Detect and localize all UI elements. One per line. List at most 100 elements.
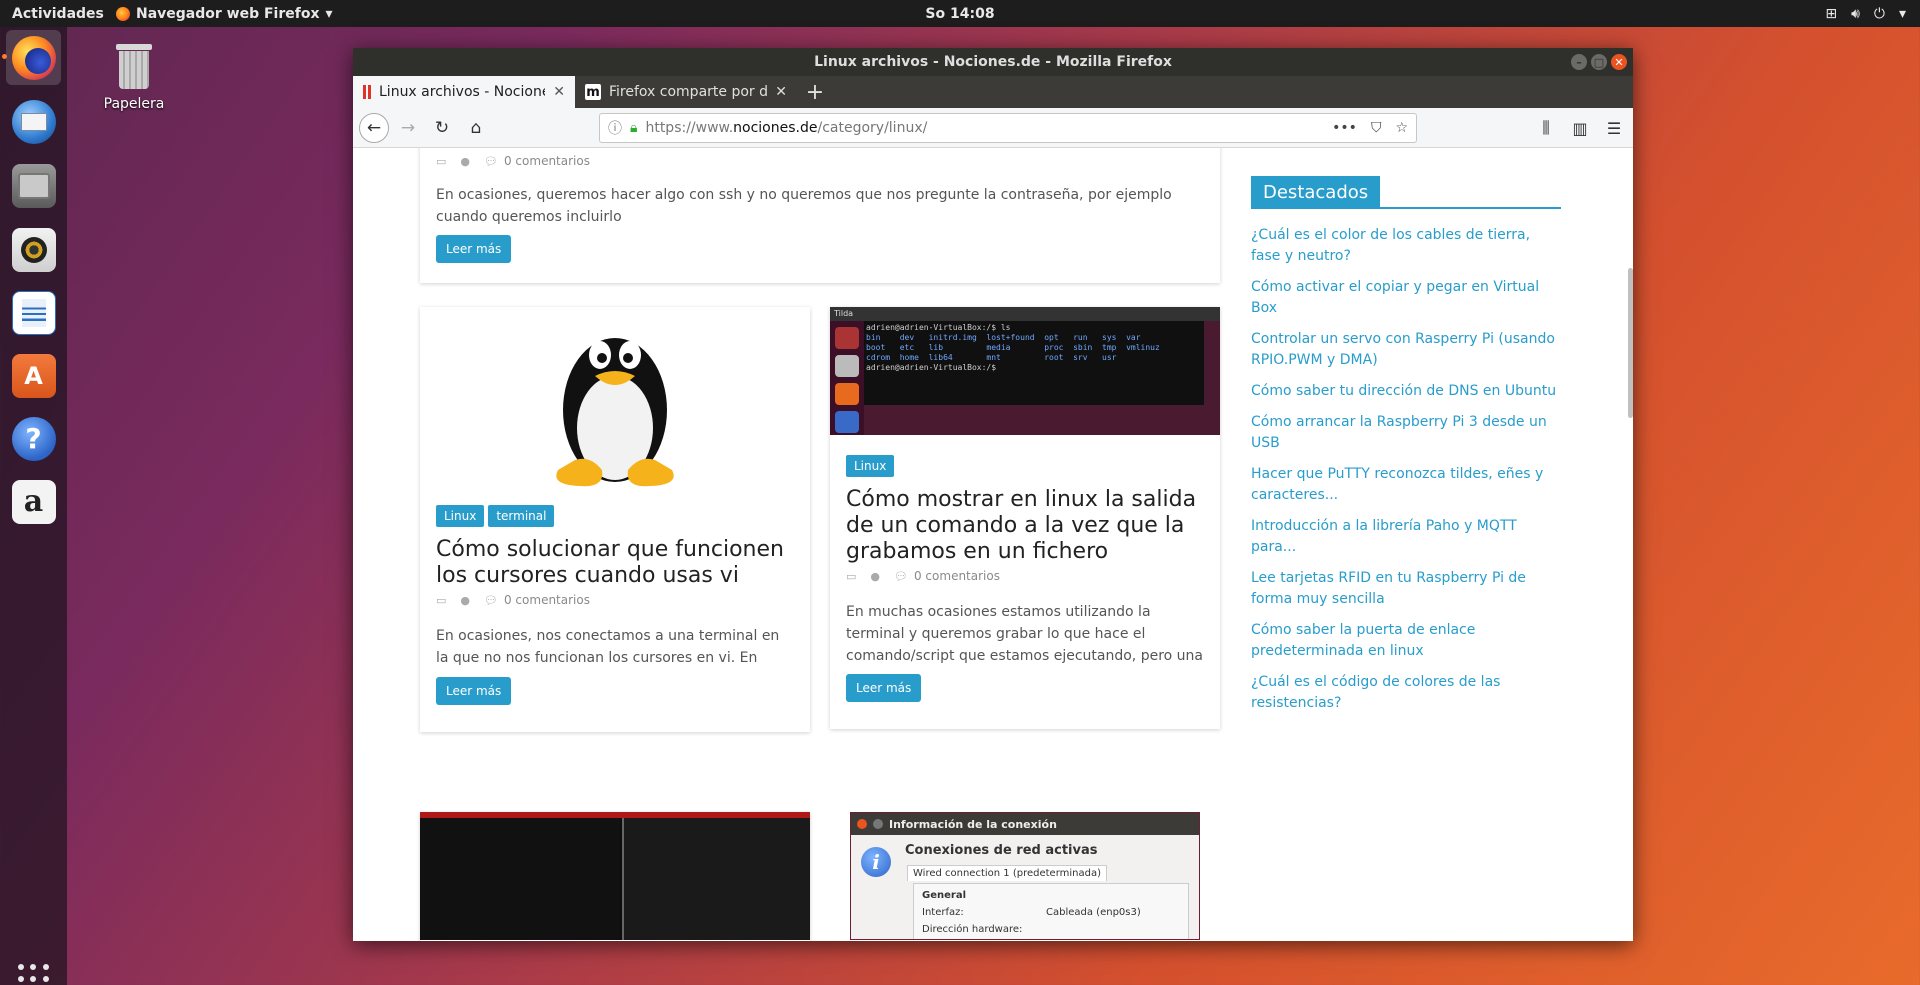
firefox-icon — [11, 35, 56, 80]
forward-button[interactable]: → — [393, 113, 423, 143]
trash-desktop-icon[interactable]: Papelera — [98, 44, 170, 112]
post-excerpt: En muchas ocasiones estamos utilizando l… — [846, 604, 1203, 664]
dock-files[interactable] — [6, 158, 61, 213]
terminal-launcher — [830, 321, 864, 435]
activities-button[interactable]: Actividades — [0, 6, 112, 22]
dock-thunderbird[interactable] — [6, 94, 61, 149]
post-card-ssh: ▭ ● 💬︎ 0 comentarios En ocasiones, quere… — [420, 148, 1220, 283]
thunderbird-icon — [11, 99, 56, 144]
featured-list: ¿Cuál es el color de los cables de tierr… — [1251, 225, 1561, 714]
comments-link[interactable]: 0 comentarios — [504, 154, 590, 168]
rhythmbox-icon — [11, 227, 56, 272]
dock-amazon[interactable]: a — [6, 474, 61, 529]
tag-linux[interactable]: Linux — [436, 505, 485, 527]
power-icon[interactable]: ⏻ — [1874, 6, 1885, 22]
apps-grid-icon[interactable] — [18, 964, 50, 985]
featured-link[interactable]: ¿Cuál es el color de los cables de tierr… — [1251, 225, 1561, 267]
dock-firefox[interactable] — [2, 30, 61, 85]
dialog-tab: Wired connection 1 (predeterminada) — [907, 865, 1107, 881]
sidebar-icon[interactable]: ▥ — [1569, 113, 1591, 143]
post-excerpt: En ocasiones, nos conectamos a una termi… — [436, 628, 780, 666]
terminal-output: adrien@adrien-VirtualBox:/$ ls bin dev in… — [864, 321, 1204, 405]
tag-terminal[interactable]: terminal — [488, 505, 555, 527]
tab-close-icon[interactable]: ✕ — [775, 84, 787, 100]
widget-title: Destacados — [1251, 176, 1381, 209]
read-more-button[interactable]: Leer más — [436, 677, 512, 705]
nav-bar: ← → ↻ ⌂ ⓘ 🔒︎ https://www.nociones.de/cat… — [353, 108, 1633, 148]
connection-dialog-screenshot[interactable]: Información de la conexión i Conexiones … — [850, 812, 1200, 940]
minimize-button[interactable]: – — [1571, 54, 1587, 70]
post-card-grabar: Tilda adrien@adrien-VirtualBox:/$ ls bin … — [830, 307, 1220, 729]
menu-icon[interactable]: ☰ — [1603, 113, 1625, 143]
pocket-icon[interactable]: ⛉ — [1371, 120, 1382, 136]
dock: A ? a — [0, 27, 67, 985]
featured-link[interactable]: Lee tarjetas RFID en tu Raspberry Pi de … — [1251, 568, 1561, 610]
close-button[interactable]: ✕ — [1611, 54, 1627, 70]
dock-rhythmbox[interactable] — [6, 222, 61, 277]
tab-close-icon[interactable]: ✕ — [553, 84, 565, 100]
page-actions-icon[interactable]: ••• — [1332, 120, 1357, 136]
featured-link[interactable]: Cómo saber tu dirección de DNS en Ubuntu — [1251, 381, 1561, 402]
dock-help[interactable]: ? — [6, 411, 61, 466]
url-bar[interactable]: ⓘ 🔒︎ https://www.nociones.de/category/li… — [599, 113, 1417, 143]
dock-writer[interactable] — [6, 285, 61, 340]
comments-link[interactable]: 0 comentarios — [914, 569, 1000, 583]
comment-icon: 💬︎ — [484, 154, 498, 168]
reload-button[interactable]: ↻ — [427, 113, 457, 143]
split-terminal-screenshot[interactable] — [420, 812, 810, 940]
firefox-window: Linux archivos - Nociones.de - Mozilla F… — [353, 48, 1633, 941]
featured-link[interactable]: Controlar un servo con Rasperry Pi (usan… — [1251, 329, 1561, 371]
terminal-screenshot[interactable]: Tilda adrien@adrien-VirtualBox:/$ ls bin … — [830, 307, 1220, 435]
back-button[interactable]: ← — [359, 112, 389, 143]
clock[interactable]: So 14:08 — [925, 6, 994, 22]
tab-firefox-comparte[interactable]: m Firefox comparte por defecto ✕ — [575, 76, 797, 108]
chevron-down-icon[interactable]: ▾ — [1899, 6, 1906, 22]
read-more-button[interactable]: Leer más — [846, 674, 922, 702]
read-more-button[interactable]: Leer más — [436, 235, 512, 263]
tux-image[interactable] — [420, 307, 810, 492]
trash-label: Papelera — [103, 96, 165, 112]
url-text: https://www.nociones.de/category/linux/ — [645, 120, 928, 136]
post-title[interactable]: Cómo solucionar que funcionen los cursor… — [436, 537, 796, 589]
app-menu[interactable]: Navegador web Firefox ▾ — [116, 6, 333, 22]
network-icon[interactable]: ⊞ — [1825, 6, 1837, 22]
post-meta: ▭ ● 💬︎ 0 comentarios — [846, 569, 1000, 583]
tag-linux[interactable]: Linux — [846, 455, 895, 477]
volume-icon[interactable]: 🔊︎ — [1851, 6, 1860, 22]
running-indicator — [2, 54, 7, 59]
new-tab-button[interactable]: + — [797, 76, 833, 108]
dock-software[interactable]: A — [6, 348, 61, 403]
bookmark-star-icon[interactable]: ☆ — [1395, 120, 1408, 136]
maximize-button[interactable]: □ — [1591, 54, 1607, 70]
tab-linux-archivos[interactable]: Linux archivos - Nociones.de ✕ — [353, 76, 575, 108]
window-controls: – □ ✕ — [1571, 54, 1627, 70]
comments-link[interactable]: 0 comentarios — [504, 593, 590, 607]
trash-icon — [116, 44, 152, 90]
calendar-icon: ▭ — [436, 154, 447, 168]
page-content: ▭ ● 💬︎ 0 comentarios En ocasiones, quere… — [353, 148, 1633, 941]
page-scrollbar[interactable] — [1628, 268, 1633, 418]
window-title: Linux archivos - Nociones.de - Mozilla F… — [814, 54, 1172, 70]
terminal-title: Tilda — [830, 307, 1220, 321]
writer-icon — [11, 290, 56, 335]
window-titlebar[interactable]: Linux archivos - Nociones.de - Mozilla F… — [353, 48, 1633, 76]
toolbar-right: ⫼ ▥ ☰ — [1535, 113, 1625, 143]
featured-link[interactable]: Cómo arrancar la Raspberry Pi 3 desde un… — [1251, 412, 1561, 454]
amazon-icon: a — [11, 479, 56, 524]
help-icon: ? — [11, 416, 56, 461]
info-icon[interactable]: ⓘ — [608, 118, 622, 138]
system-tray[interactable]: ⊞ 🔊︎ ⏻ ▾ — [1825, 0, 1906, 27]
app-menu-label: Navegador web Firefox — [136, 5, 320, 22]
featured-link[interactable]: Hacer que PuTTY reconozca tildes, eñes y… — [1251, 464, 1561, 506]
post-title[interactable]: Cómo mostrar en linux la salida de un co… — [846, 487, 1211, 565]
user-icon: ● — [460, 593, 471, 607]
featured-link[interactable]: Cómo saber la puerta de enlace predeterm… — [1251, 620, 1561, 662]
featured-link[interactable]: ¿Cuál es el código de colores de las res… — [1251, 672, 1561, 714]
site-favicon-icon: m — [585, 84, 601, 100]
featured-link[interactable]: Cómo activar el copiar y pegar en Virtua… — [1251, 277, 1561, 319]
files-icon — [11, 163, 56, 208]
library-icon[interactable]: ⫼ — [1535, 113, 1557, 143]
calendar-icon: ▭ — [436, 593, 447, 607]
featured-link[interactable]: Introducción a la librería Paho y MQTT p… — [1251, 516, 1561, 558]
home-button[interactable]: ⌂ — [461, 113, 491, 143]
